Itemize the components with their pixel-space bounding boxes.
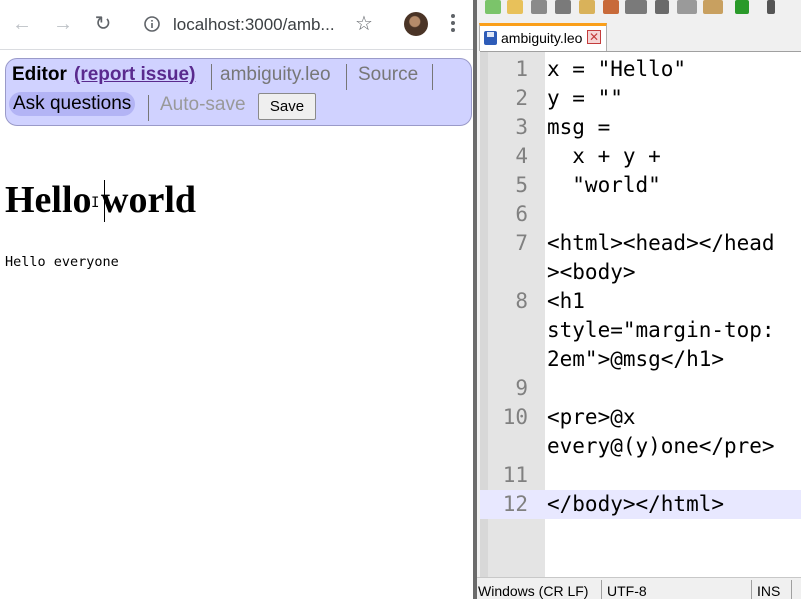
print-icon[interactable] bbox=[625, 0, 647, 14]
code-text[interactable]: x = "Hello" bbox=[547, 55, 686, 84]
line-number: 3 bbox=[515, 115, 528, 139]
code-line[interactable]: 7 <html><head></head ><body> bbox=[480, 229, 801, 287]
text-caret bbox=[104, 180, 105, 222]
line-number: 1 bbox=[515, 57, 528, 81]
save-all-icon[interactable] bbox=[555, 0, 571, 14]
save-file-icon[interactable] bbox=[531, 0, 547, 14]
close-tab-icon[interactable]: ✕ bbox=[587, 30, 601, 44]
status-encoding: UTF-8 bbox=[607, 583, 647, 599]
code-text[interactable]: <pre>@x bbox=[547, 403, 636, 432]
info-icon[interactable] bbox=[144, 16, 160, 32]
code-line[interactable]: 10 <pre>@x every@(y)one</pre> bbox=[480, 403, 801, 461]
separator bbox=[791, 580, 792, 599]
code-text[interactable]: ><body> bbox=[547, 258, 636, 287]
line-number: 10 bbox=[502, 405, 528, 429]
kebab-menu-icon[interactable] bbox=[449, 12, 457, 36]
code-editor[interactable]: 1x = "Hello" 2 y = "" 3 msg = 4 x + y +5 "wor… bbox=[480, 51, 801, 577]
back-icon[interactable]: ← bbox=[10, 12, 34, 36]
status-bar: Windows (CR LF) UTF-8 INS bbox=[477, 577, 801, 599]
code-line[interactable]: 5 "world" bbox=[480, 171, 801, 200]
line-number: 6 bbox=[515, 202, 528, 226]
code-line[interactable]: 4 x + y + bbox=[480, 142, 801, 171]
code-text[interactable]: style="margin-top: bbox=[547, 316, 775, 345]
undo-icon[interactable] bbox=[735, 0, 749, 14]
ibeam-cursor-icon: I bbox=[91, 195, 100, 211]
code-text[interactable]: msg = bbox=[547, 113, 610, 142]
status-insert-mode: INS bbox=[757, 583, 781, 599]
close-all-icon[interactable] bbox=[603, 0, 619, 14]
code-line[interactable]: 6 bbox=[480, 200, 801, 229]
separator bbox=[751, 580, 752, 599]
source-button[interactable]: Source bbox=[358, 64, 418, 86]
line-number: 4 bbox=[515, 144, 528, 168]
star-icon[interactable]: ☆ bbox=[355, 12, 373, 36]
separator bbox=[148, 95, 149, 121]
report-issue-link[interactable]: (report issue) bbox=[74, 64, 195, 86]
forward-icon[interactable]: → bbox=[51, 12, 75, 36]
code-line[interactable]: 8 <h1 style="margin-top: 2em">@msg</h1> bbox=[480, 287, 801, 374]
notepad-window: ambiguity.leo ✕ 1 x = "Hello" 2 y = "" 3 msg … bbox=[477, 0, 801, 599]
code-text[interactable]: y = "" bbox=[547, 84, 623, 113]
open-file-icon[interactable] bbox=[507, 0, 523, 14]
auto-save-toggle[interactable]: Auto-save bbox=[160, 94, 246, 116]
code-text[interactable]: x + y + bbox=[547, 142, 661, 171]
saved-disk-icon bbox=[484, 31, 497, 45]
notepad-toolbar bbox=[477, 0, 801, 20]
code-text[interactable]: every@(y)one</pre> bbox=[547, 432, 775, 461]
separator bbox=[346, 64, 347, 90]
line-number: 5 bbox=[515, 173, 528, 197]
preformatted-text[interactable]: Hello everyone bbox=[5, 254, 119, 270]
save-button[interactable]: Save bbox=[258, 93, 316, 120]
line-number: 7 bbox=[515, 231, 528, 255]
code-line[interactable]: 12 </body></html> bbox=[480, 490, 801, 519]
code-text[interactable]: "world" bbox=[547, 171, 661, 200]
cut-icon[interactable] bbox=[655, 0, 669, 14]
line-number: 11 bbox=[502, 463, 528, 487]
new-file-icon[interactable] bbox=[485, 0, 501, 14]
toolbar-overflow-icon[interactable] bbox=[767, 0, 775, 14]
file-name-menu[interactable]: ambiguity.leo bbox=[220, 64, 331, 86]
line-number: 8 bbox=[515, 289, 528, 313]
browser-toolbar: ← → ↻ localhost:3000/amb... ☆ bbox=[0, 0, 473, 50]
code-text[interactable]: <html><head></head bbox=[547, 229, 775, 258]
tab-ambiguity-leo[interactable]: ambiguity.leo ✕ bbox=[479, 23, 607, 51]
line-number: 9 bbox=[515, 376, 528, 400]
code-line[interactable]: 3 msg = bbox=[480, 113, 801, 142]
reload-icon[interactable]: ↻ bbox=[91, 12, 115, 36]
code-line[interactable]: 11 bbox=[480, 461, 801, 490]
code-text[interactable]: </body></html> bbox=[547, 490, 724, 519]
separator bbox=[211, 64, 212, 90]
line-number: 2 bbox=[515, 86, 528, 110]
tab-label: ambiguity.leo bbox=[501, 30, 583, 46]
status-eol: Windows (CR LF) bbox=[478, 583, 589, 599]
browser-window: ← → ↻ localhost:3000/amb... ☆ Editor (re… bbox=[0, 0, 473, 599]
separator bbox=[601, 580, 602, 599]
code-line[interactable]: 9 bbox=[480, 374, 801, 403]
line-number: 12 bbox=[502, 492, 528, 516]
ask-questions-button[interactable]: Ask questions bbox=[9, 92, 136, 116]
code-text[interactable]: <h1 bbox=[547, 287, 585, 316]
paste-icon[interactable] bbox=[703, 0, 723, 14]
page-heading[interactable]: Hello world bbox=[5, 178, 196, 222]
separator bbox=[432, 64, 433, 90]
close-file-icon[interactable] bbox=[579, 0, 595, 14]
copy-icon[interactable] bbox=[677, 0, 697, 14]
avatar[interactable] bbox=[404, 12, 428, 36]
editor-toolbar: Editor (report issue) ambiguity.leo Sour… bbox=[5, 58, 472, 126]
code-line[interactable]: 2 y = "" bbox=[480, 84, 801, 113]
editor-title: Editor bbox=[12, 64, 67, 85]
code-line[interactable]: 1 x = "Hello" bbox=[480, 55, 801, 84]
address-bar[interactable]: localhost:3000/amb... bbox=[130, 7, 392, 41]
url-text[interactable]: localhost:3000/amb... bbox=[173, 15, 335, 35]
code-text[interactable]: 2em">@msg</h1> bbox=[547, 345, 724, 374]
